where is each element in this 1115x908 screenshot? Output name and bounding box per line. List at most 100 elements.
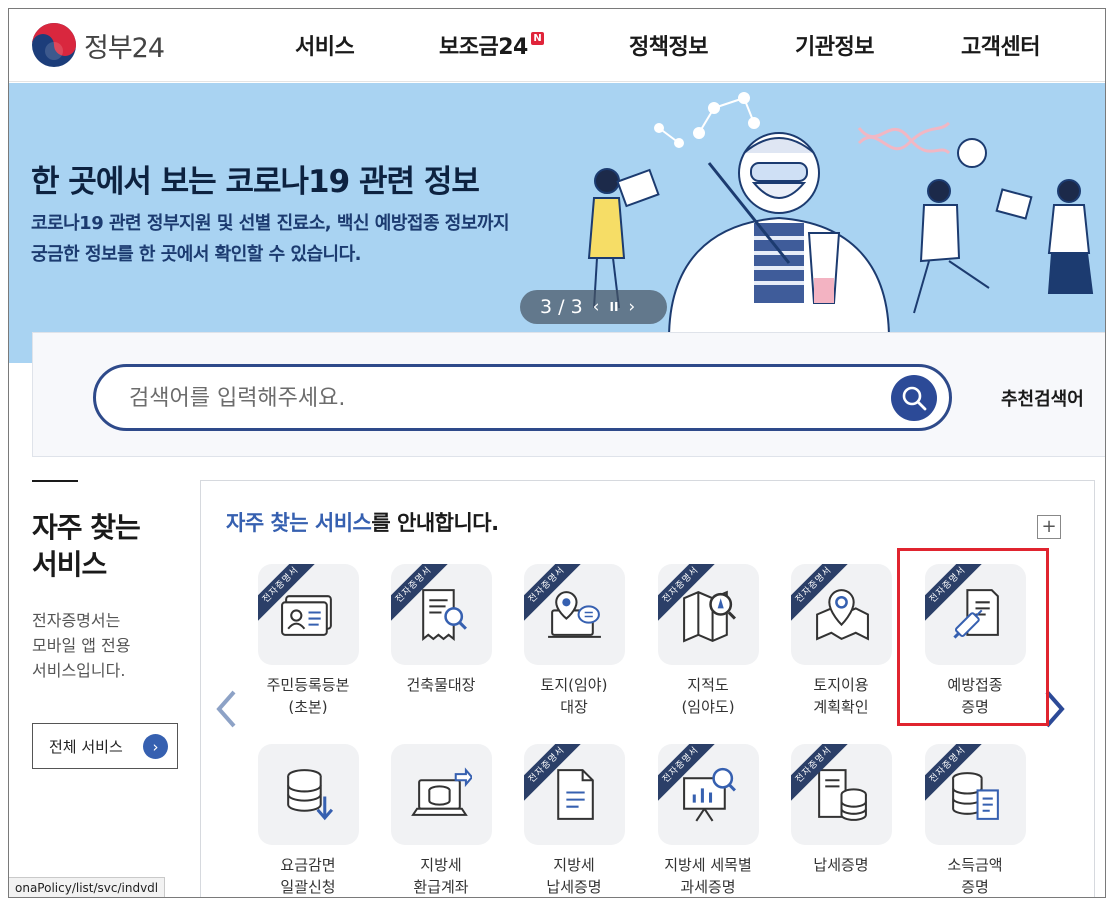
services-heading: 자주 찾는 서비스를 안내합니다.: [226, 507, 499, 537]
nav-item-services[interactable]: 서비스: [295, 29, 355, 61]
service-label-line2: 계획확인: [813, 698, 869, 716]
search-icon: [902, 386, 927, 411]
next-slide-button[interactable]: ›: [628, 297, 635, 317]
service-label-line2: 일괄신청: [280, 878, 336, 896]
service-label[interactable]: 지방세납세증명: [507, 854, 641, 897]
service-label[interactable]: 지적도 (임야도): [641, 674, 775, 718]
service-label-line2: 과세증명: [680, 878, 736, 896]
service-label-line2: 환급계좌: [413, 878, 469, 896]
service-label-line1: 토지이용: [813, 676, 869, 694]
banner-description-line1: 코로나19 관련 정부지원 및 선별 진료소, 백신 예방접종 정보까지: [31, 213, 510, 234]
service-label[interactable]: 지방세환급계좌: [374, 854, 508, 897]
service-label[interactable]: 소득금액 증명: [908, 854, 1042, 897]
nav-item-customer-center[interactable]: 고객센터: [961, 29, 1040, 61]
hero-banner[interactable]: 한 곳에서 보는 코로나19 관련 정보 코로나19 관련 정부지원 및 선별 …: [9, 83, 1105, 363]
service-label-line1: 지적도: [687, 676, 729, 694]
frequent-services-panel: 자주 찾는 서비스를 안내합니다. + 전자증명서 주민등록등본 (초본) 전자증명서…: [200, 480, 1095, 897]
search-input[interactable]: [129, 382, 829, 414]
search-box: [93, 364, 952, 431]
service-tile[interactable]: [258, 744, 359, 845]
all-services-label: 전체 서비스: [49, 737, 123, 756]
carousel-next-arrow[interactable]: [1044, 689, 1066, 739]
chevron-left-icon: [216, 690, 236, 728]
taegeuk-logo-icon: [32, 23, 76, 67]
service-label[interactable]: 토지이용계획확인: [774, 674, 908, 718]
carousel-prev-arrow[interactable]: [215, 689, 237, 739]
service-label[interactable]: 지방세 세목별 과세증명: [641, 854, 775, 897]
site-logo[interactable]: 정부24: [30, 21, 165, 69]
service-tile[interactable]: 전자증명서: [925, 744, 1026, 845]
document-icon: [557, 769, 594, 820]
service-label-line1: 건축물대장: [406, 676, 476, 694]
service-label[interactable]: 요금감면 일괄신청: [241, 854, 375, 897]
location-laptop-icon: [548, 591, 601, 638]
heading-highlight: 자주 찾는 서비스: [226, 511, 372, 535]
service-label-line2: 대장: [560, 698, 588, 716]
service-label-line1: 납세증명: [813, 856, 869, 874]
service-tile[interactable]: 전자증명서: [925, 564, 1026, 665]
coins-download-icon: [287, 769, 334, 821]
service-label-line2: (초본): [288, 698, 328, 716]
nav-label: 고객센터: [961, 35, 1040, 60]
service-label[interactable]: 토지(임야) 대장: [507, 674, 641, 718]
nav-label: 서비스: [295, 35, 355, 60]
service-label[interactable]: 예방접종증명: [908, 674, 1042, 718]
map-search-icon: [683, 590, 737, 643]
service-tile[interactable]: [391, 744, 492, 845]
nav-label: 기관정보: [795, 35, 874, 60]
service-label-line2: 납세증명: [546, 878, 602, 896]
recommended-keywords-label[interactable]: 추천검색어: [1001, 385, 1084, 411]
more-button[interactable]: +: [1037, 515, 1061, 539]
all-services-button[interactable]: 전체 서비스 ›: [32, 723, 178, 769]
prev-slide-button[interactable]: ‹: [593, 297, 600, 317]
id-card-icon: [281, 595, 332, 636]
banner-description-line2: 궁금한 정보를 한 곳에서 확인할 수 있습니다.: [31, 244, 362, 265]
browser-viewport: 정부24 서비스 보조금24 N 정책정보 기관정보 고객센터 한 곳에서 보는…: [8, 8, 1106, 898]
service-tile[interactable]: 전자증명서: [791, 744, 892, 845]
service-label-line1: 예방접종: [947, 676, 1003, 694]
section-title-line2: 서비스: [32, 548, 107, 581]
slider-control: 3 / 3 ‹ II ›: [520, 290, 667, 324]
service-tile[interactable]: 전자증명서: [791, 564, 892, 665]
heading-rest: 를 안내합니다.: [371, 511, 499, 535]
nav-item-policy-info[interactable]: 정책정보: [629, 29, 708, 61]
service-label-line1: 지방세: [420, 856, 462, 874]
chart-board-icon: [683, 767, 737, 822]
section-description: 전자증명서는 모바일 앱 전용 서비스입니다.: [32, 608, 131, 683]
service-label[interactable]: 건축물대장: [374, 674, 508, 696]
service-label-line2: 증명: [961, 878, 989, 896]
laptop-refund-icon: [411, 767, 472, 816]
map-pin-icon: [816, 589, 869, 641]
chevron-right-icon: ›: [143, 734, 168, 759]
service-label-line2: 증명: [961, 698, 989, 716]
service-label-line1: 지방세: [553, 856, 595, 874]
service-tile[interactable]: 전자증명서: [391, 564, 492, 665]
new-badge: N: [530, 32, 544, 45]
slide-counter: 3 / 3: [540, 296, 583, 318]
divider: [32, 480, 78, 482]
coins-document-icon: [952, 772, 999, 820]
search-button[interactable]: [891, 375, 937, 421]
service-tile[interactable]: 전자증명서: [524, 744, 625, 845]
chevron-right-icon: [1045, 690, 1065, 728]
nav-label: 정책정보: [629, 35, 708, 60]
description-line3: 서비스입니다.: [32, 661, 126, 680]
section-title: 자주 찾는 서비스: [32, 509, 141, 583]
service-tile[interactable]: 전자증명서: [658, 744, 759, 845]
service-label-line2: (임야도): [681, 698, 735, 716]
service-label[interactable]: 주민등록등본 (초본): [241, 674, 375, 718]
service-tile[interactable]: 전자증명서: [658, 564, 759, 665]
logo-text: 정부24: [84, 32, 165, 64]
document-search-icon: [422, 589, 467, 642]
nav-item-agency-info[interactable]: 기관정보: [795, 29, 874, 61]
pause-slide-button[interactable]: II: [609, 300, 618, 314]
nav-label: 보조금24: [439, 35, 528, 60]
service-label[interactable]: 납세증명: [774, 854, 908, 876]
section-title-line1: 자주 찾는: [32, 511, 141, 544]
service-tile[interactable]: 전자증명서: [524, 564, 625, 665]
service-label-line1: 토지(임야): [540, 676, 608, 694]
service-tile[interactable]: 전자증명서: [258, 564, 359, 665]
nav-item-subsidy24[interactable]: 보조금24 N: [439, 29, 544, 61]
document-coins-icon: [818, 769, 867, 821]
banner-title: 한 곳에서 보는 코로나19 관련 정보: [31, 164, 480, 200]
